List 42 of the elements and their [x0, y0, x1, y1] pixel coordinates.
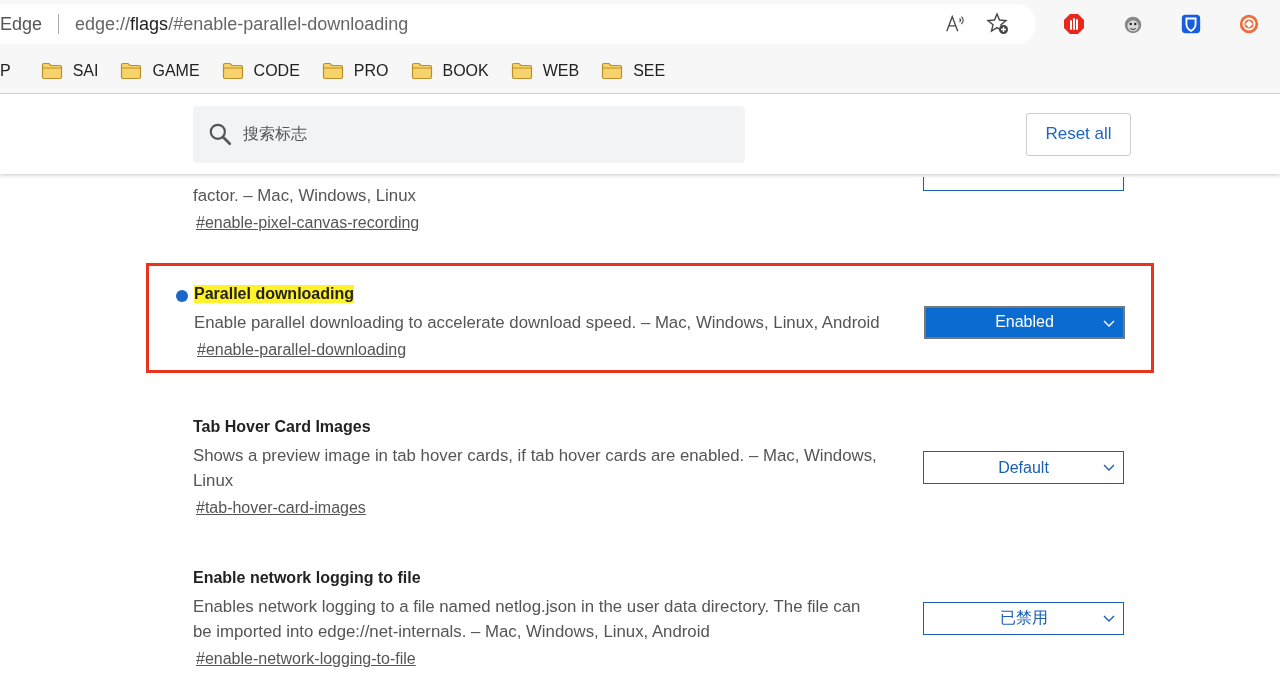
favorite-add-icon[interactable]: [986, 12, 1010, 36]
folder-icon: [410, 61, 433, 80]
reset-all-button[interactable]: Reset all: [1026, 112, 1131, 156]
bookmark-item[interactable]: SAI: [40, 61, 99, 80]
bookmark-item[interactable]: BOOK: [410, 61, 489, 80]
flag-title: Parallel downloading: [194, 285, 355, 303]
search-field[interactable]: 搜索标志: [193, 105, 745, 163]
folder-icon: [601, 61, 624, 80]
flag-description: Enable parallel downloading to accelerate download speed. – Mac, Windows, Linux, Android: [194, 312, 881, 334]
flag-title: Tab Hover Card Images: [193, 418, 371, 436]
bookmark-item[interactable]: GAME: [120, 61, 200, 80]
flag-title: Enable network logging to file: [193, 569, 421, 587]
folder-icon: [510, 61, 533, 80]
bookmark-item[interactable]: SEE: [601, 61, 666, 80]
folder-icon: [120, 61, 143, 80]
flag-link[interactable]: #enable-network-logging-to-file: [196, 644, 416, 673]
flag-description: Shows a preview image in tab hover cards, if tab hover cards are enabled. – Mac, Windows, Linux: [193, 445, 878, 492]
stop-sign-icon[interactable]: [1062, 12, 1086, 36]
dropdown-edge[interactable]: [923, 177, 1124, 191]
flag-dropdown[interactable]: Default: [923, 451, 1124, 484]
flag-link[interactable]: #enable-pixel-canvas-recording: [196, 208, 420, 237]
flag-description: factor. – Mac, Windows, Linux: [193, 185, 417, 207]
flag-link[interactable]: #enable-parallel-downloading: [197, 335, 407, 364]
compass-icon[interactable]: [1238, 13, 1260, 35]
folder-icon: [221, 61, 244, 80]
folder-icon: [40, 61, 63, 80]
caret-icon: [1103, 319, 1115, 328]
address-bar[interactable]: Edge edge://flags/#enable-parallel-downloading: [0, 4, 1036, 44]
folder-icon: [321, 61, 344, 80]
flag-description: Enables network logging to a file named netlog.json in the user data directory. The file can be imported into edge://net-internals. – Mac, Windows, Linux, Android: [193, 596, 862, 643]
flag-dropdown[interactable]: 已禁用: [923, 602, 1124, 635]
flag-link[interactable]: #tab-hover-card-images: [196, 493, 366, 522]
url-text[interactable]: edge://flags/#enable-parallel-downloading: [75, 13, 409, 35]
flag-dropdown[interactable]: Enabled: [924, 305, 1125, 339]
site-label: Edge: [0, 13, 43, 35]
bookmark-item[interactable]: P: [0, 61, 11, 80]
bookmark-item[interactable]: WEB: [510, 61, 580, 80]
caret-icon: [1103, 464, 1115, 472]
shield-icon[interactable]: [1180, 13, 1202, 35]
caret-icon: [1103, 615, 1115, 623]
bookmark-item[interactable]: PRO: [321, 61, 389, 80]
bookmark-item[interactable]: CODE: [221, 61, 300, 80]
